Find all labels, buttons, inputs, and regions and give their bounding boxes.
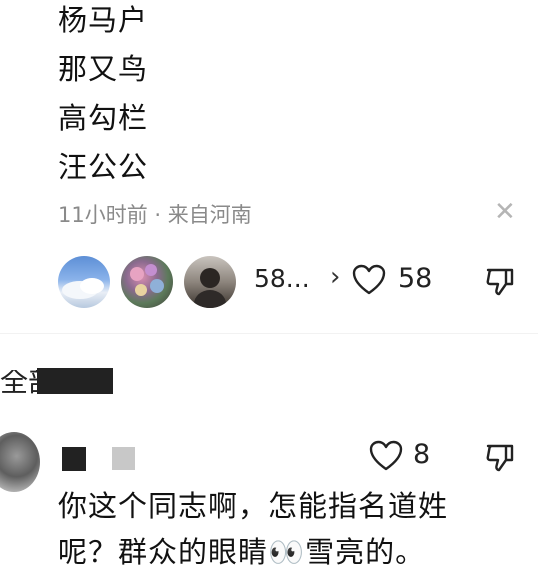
- post-like-count: 58: [398, 263, 433, 294]
- liker-avatar-1[interactable]: [58, 256, 110, 308]
- liker-avatar-3[interactable]: [184, 256, 236, 308]
- likers-count[interactable]: 58...: [254, 264, 310, 293]
- heart-outline-icon[interactable]: [352, 264, 386, 296]
- liker-avatar-2[interactable]: [121, 256, 173, 308]
- person-avatar-icon: [194, 268, 226, 308]
- comment-like-count: 8: [413, 439, 431, 470]
- post-line-3: 高勾栏: [58, 101, 149, 135]
- close-icon[interactable]: ✕: [494, 198, 516, 226]
- post-line-2: 那又鸟: [58, 52, 149, 86]
- thumbs-down-icon[interactable]: [484, 442, 516, 474]
- post-line-1: 杨马户: [58, 3, 149, 37]
- post-meta: 11小时前 · 来自河南: [58, 203, 252, 227]
- post-line-4: 汪公公: [58, 150, 149, 184]
- heart-outline-icon[interactable]: [369, 440, 403, 472]
- chevron-right-icon[interactable]: ›: [330, 262, 340, 292]
- redacted-name-2: [112, 447, 135, 470]
- redacted-name[interactable]: [62, 447, 86, 471]
- comment-text-line-2: 呢？群众的眼睛👀雪亮的。: [58, 535, 426, 569]
- cloud-avatar-icon: [62, 278, 104, 299]
- commenter-avatar[interactable]: [0, 432, 40, 492]
- redaction-block: [37, 368, 113, 394]
- thumbs-down-icon[interactable]: [484, 266, 516, 298]
- comment-text-line-1: 你这个同志啊，怎能指名道姓: [58, 489, 449, 523]
- divider: [0, 333, 538, 334]
- flower-avatar-icon: [130, 264, 164, 296]
